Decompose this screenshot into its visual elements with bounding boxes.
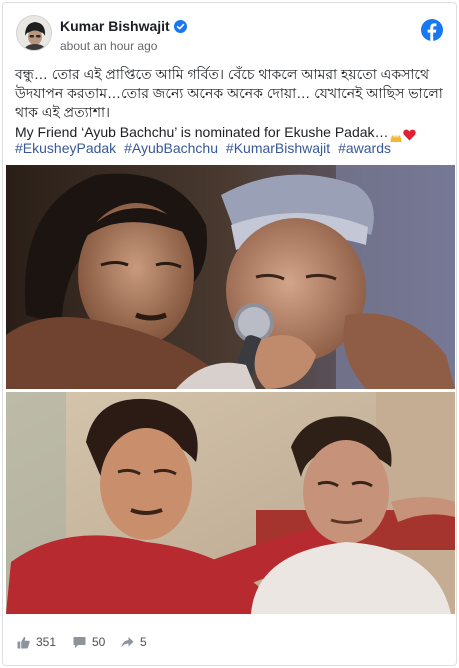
post-card: Kumar Bishwajit about an hour ago বন্ধু…… xyxy=(2,2,457,666)
hashtag-link[interactable]: #KumarBishwajit xyxy=(226,140,330,156)
author-avatar[interactable] xyxy=(16,15,52,51)
hashtag-link[interactable]: #awards xyxy=(338,140,391,156)
shares-count-label: 5 xyxy=(140,635,147,649)
hashtag-link[interactable]: #EkusheyPadak xyxy=(15,140,116,156)
red-heart-emoji xyxy=(402,127,416,141)
comments-count[interactable]: 50 xyxy=(73,635,105,649)
hashtag-list: #EkusheyPadak #AyubBachchu #KumarBishwaj… xyxy=(15,140,395,156)
comment-icon xyxy=(73,636,86,648)
post-photo-1[interactable] xyxy=(6,165,455,389)
likes-count[interactable]: 351 xyxy=(17,635,56,649)
author-name[interactable]: Kumar Bishwajit xyxy=(60,18,170,34)
post-text-line: থাক এই প্রত্যাশা। xyxy=(15,104,111,120)
thumbs-up-icon xyxy=(17,636,30,648)
author-line: Kumar Bishwajit xyxy=(60,18,187,34)
hashtag-link[interactable]: #AyubBachchu xyxy=(124,140,218,156)
post-text-line: বন্ধু… তোর এই প্রাপ্তিতে আমি গর্বিত। বেঁ… xyxy=(15,66,430,82)
post-photo-2[interactable] xyxy=(6,392,455,614)
post-text-line: উদযাপন করতাম…তোর জন্যে অনেক অনেক দোয়া… … xyxy=(15,85,443,101)
post-text: বন্ধু… তোর এই প্রাপ্তিতে আমি গর্বিত। বেঁ… xyxy=(15,65,445,142)
post-timestamp[interactable]: about an hour ago xyxy=(60,39,157,53)
comments-count-label: 50 xyxy=(92,635,106,649)
likes-count-label: 351 xyxy=(36,635,57,649)
post-text-line: My Friend ‘Ayub Bachchu’ is nominated fo… xyxy=(15,124,389,140)
post-footer: 351 50 5 xyxy=(3,623,456,663)
verified-badge-icon xyxy=(173,19,187,33)
share-arrow-icon xyxy=(121,636,134,647)
shares-count[interactable]: 5 xyxy=(121,635,147,649)
post-header: Kumar Bishwajit about an hour ago xyxy=(3,3,456,59)
raising-hands-emoji xyxy=(390,129,402,142)
facebook-logo-icon[interactable] xyxy=(421,19,443,41)
